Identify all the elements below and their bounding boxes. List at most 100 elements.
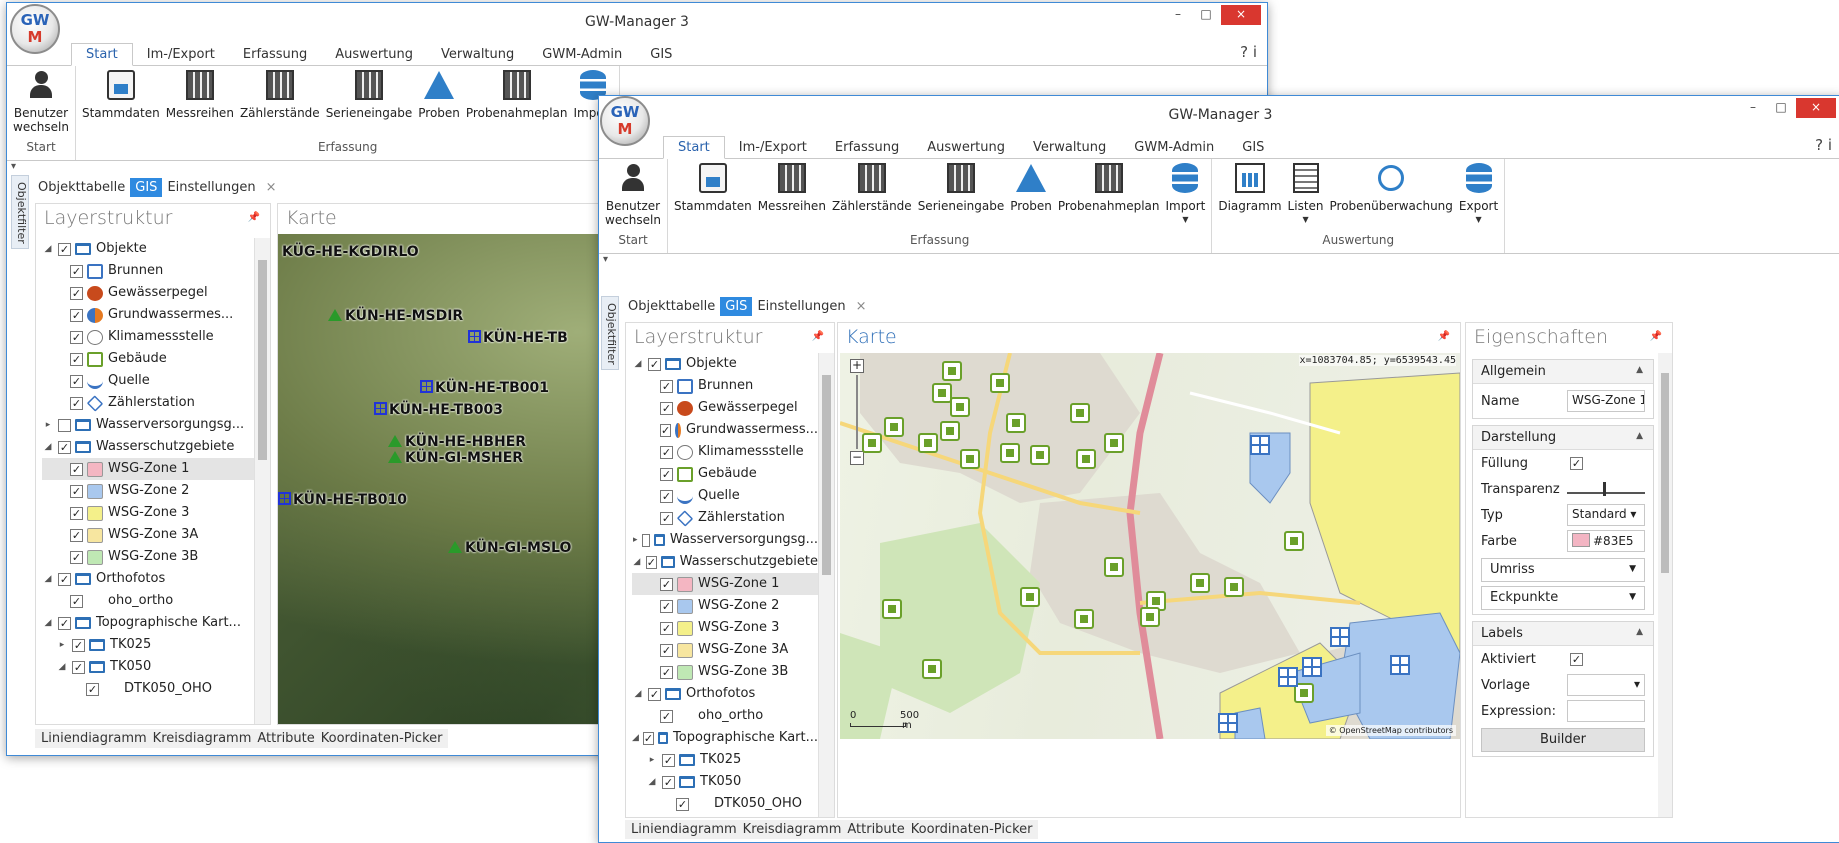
pin-icon[interactable]: 📌: [248, 212, 260, 223]
tab-gis[interactable]: GIS: [636, 44, 686, 65]
tab-auswertung[interactable]: Auswertung: [321, 44, 427, 65]
layer-tk025[interactable]: ▸ ✓ TK025: [42, 634, 254, 656]
probenahmeplan-button[interactable]: Probenahmeplan: [1055, 159, 1163, 233]
zoom-slider[interactable]: + −: [850, 359, 864, 469]
tab-im-export[interactable]: Im-/Export: [725, 137, 821, 158]
transparency-slider[interactable]: [1567, 482, 1645, 496]
expression-field[interactable]: [1567, 700, 1645, 722]
layer-wsg-zone-1[interactable]: ✓ WSG-Zone 1: [632, 573, 818, 595]
switch-user-button[interactable]: Benutzer wechseln: [10, 66, 72, 140]
layer-tk050[interactable]: ◢ ✓ TK050: [632, 771, 818, 793]
close-button[interactable]: ×: [1796, 98, 1836, 118]
layer-wsg-zone-2[interactable]: ✓ WSG-Zone 2: [42, 480, 254, 502]
building-marker-icon[interactable]: [1224, 577, 1244, 597]
probenahmeplan-button[interactable]: Probenahmeplan: [463, 66, 571, 140]
layer-wsg-zone-3a[interactable]: ✓ WSG-Zone 3A: [42, 524, 254, 546]
tab-gwm-admin[interactable]: GWM-Admin: [528, 44, 636, 65]
tab-koordinaten-picker[interactable]: Koordinaten-Picker: [911, 822, 1033, 837]
layer-grundwasser[interactable]: ✓ Grundwassermess...: [632, 419, 818, 441]
building-marker-icon[interactable]: [1030, 445, 1050, 465]
layer-oho-ortho[interactable]: ✓ oho_ortho: [42, 590, 254, 612]
layer-objekte[interactable]: ◢ ✓ Objekte: [632, 353, 818, 375]
messreihen-button[interactable]: Messreihen: [163, 66, 237, 140]
building-marker-icon[interactable]: [932, 383, 952, 403]
minimize-button[interactable]: –: [1165, 5, 1191, 25]
well-marker-icon[interactable]: [1302, 657, 1322, 677]
building-marker-icon[interactable]: [1190, 573, 1210, 593]
close-button[interactable]: ×: [1221, 5, 1261, 25]
import-button[interactable]: Import ▼: [1163, 159, 1209, 233]
tab-einstellungen[interactable]: Einstellungen: [752, 297, 850, 316]
layer-brunnen[interactable]: ✓ Brunnen: [42, 260, 254, 282]
layer-klimamessstelle[interactable]: ✓ Klimamessstelle: [632, 441, 818, 463]
collapse-icon[interactable]: ▾: [599, 254, 1839, 270]
building-marker-icon[interactable]: [918, 433, 938, 453]
layer-wsg-zone-3[interactable]: ✓ WSG-Zone 3: [42, 502, 254, 524]
well-marker-icon[interactable]: [1250, 435, 1270, 455]
building-marker-icon[interactable]: [1076, 449, 1096, 469]
well-marker-icon[interactable]: [1278, 667, 1298, 687]
layer-gewaesserpegel[interactable]: ✓ Gewässerpegel: [42, 282, 254, 304]
probenueberwachung-button[interactable]: Probenüberwachung: [1327, 159, 1456, 233]
building-marker-icon[interactable]: [1020, 587, 1040, 607]
tab-gis-doc[interactable]: GIS: [130, 178, 163, 197]
builder-button[interactable]: Builder: [1481, 728, 1645, 752]
listen-button[interactable]: Listen ▼: [1285, 159, 1327, 233]
stammdaten-button[interactable]: Stammdaten: [671, 159, 755, 233]
layer-gebaeude[interactable]: ✓ Gebäude: [42, 348, 254, 370]
section-header[interactable]: Labels: [1473, 622, 1653, 646]
tab-einstellungen[interactable]: Einstellungen: [162, 178, 260, 197]
section-header[interactable]: Darstellung: [1473, 426, 1653, 450]
pin-icon[interactable]: 📌: [812, 331, 824, 342]
layer-wasserversorgung[interactable]: ▸ Wasserversorgungsg...: [632, 529, 818, 551]
tab-objekttabelle[interactable]: Objekttabelle: [33, 178, 130, 197]
building-marker-icon[interactable]: [942, 361, 962, 381]
layer-gewaesserpegel[interactable]: ✓ Gewässerpegel: [632, 397, 818, 419]
fill-checkbox[interactable]: ✓: [1570, 456, 1583, 470]
building-marker-icon[interactable]: [1284, 531, 1304, 551]
umriss-expander[interactable]: Umriss: [1481, 558, 1645, 582]
help-info-icons[interactable]: ? i: [1815, 136, 1832, 154]
help-info-icons[interactable]: ? i: [1240, 43, 1257, 61]
osm-map[interactable]: x=1083704.85; y=6539543.45 + − 0 500 m ©…: [840, 353, 1460, 739]
messreihen-button[interactable]: Messreihen: [755, 159, 829, 233]
map-label[interactable]: KÜN-GI-MSLO: [448, 540, 571, 556]
close-tab-icon[interactable]: ×: [851, 297, 872, 316]
layer-wsg-zone-3b[interactable]: ✓ WSG-Zone 3B: [632, 661, 818, 683]
layer-orthofotos[interactable]: ◢ ✓ Orthofotos: [42, 568, 254, 590]
layer-scrollbar[interactable]: [818, 353, 834, 817]
map-label[interactable]: KÜN-HE-TB: [468, 330, 568, 346]
tab-verwaltung[interactable]: Verwaltung: [427, 44, 528, 65]
layer-quelle[interactable]: ✓ Quelle: [632, 485, 818, 507]
layer-orthofotos[interactable]: ◢ ✓ Orthofotos: [632, 683, 818, 705]
layer-wasserschutzgebiete[interactable]: ◢ ✓ Wasserschutzgebiete: [632, 551, 818, 573]
zoom-out-button[interactable]: −: [850, 451, 864, 465]
maximize-button[interactable]: □: [1768, 98, 1794, 118]
map-label[interactable]: KÜN-HE-TB001: [420, 380, 549, 396]
layer-klimamessstelle[interactable]: ✓ Klimamessstelle: [42, 326, 254, 348]
layer-quelle[interactable]: ✓ Quelle: [42, 370, 254, 392]
building-marker-icon[interactable]: [1074, 609, 1094, 629]
props-scrollbar[interactable]: [1658, 353, 1672, 817]
tab-erfassung[interactable]: Erfassung: [821, 137, 913, 158]
close-tab-icon[interactable]: ×: [261, 178, 282, 197]
minimize-button[interactable]: –: [1740, 98, 1766, 118]
building-marker-icon[interactable]: [922, 659, 942, 679]
building-marker-icon[interactable]: [1000, 443, 1020, 463]
map-label[interactable]: KÜN-HE-TB010: [278, 492, 407, 508]
map-label[interactable]: KÜN-GI-MSHER: [388, 450, 523, 466]
type-select[interactable]: Standard ▾: [1567, 504, 1645, 526]
tab-kreisdiagramm[interactable]: Kreisdiagramm: [153, 731, 252, 746]
well-marker-icon[interactable]: [1330, 627, 1350, 647]
name-field[interactable]: WSG-Zone 1: [1567, 390, 1645, 412]
tab-attribute[interactable]: Attribute: [257, 731, 314, 746]
layer-dtk050[interactable]: ✓ DTK050_OHO: [42, 678, 254, 700]
well-marker-icon[interactable]: [1218, 713, 1238, 733]
map-label[interactable]: KÜN-HE-MSDIR: [328, 308, 463, 324]
layer-grundwasser[interactable]: ✓ Grundwassermes...: [42, 304, 254, 326]
layer-brunnen[interactable]: ✓ Brunnen: [632, 375, 818, 397]
layer-zaehlerstation[interactable]: ✓ Zählerstation: [632, 507, 818, 529]
maximize-button[interactable]: □: [1193, 5, 1219, 25]
tab-attribute[interactable]: Attribute: [847, 822, 904, 837]
building-marker-icon[interactable]: [1070, 403, 1090, 423]
